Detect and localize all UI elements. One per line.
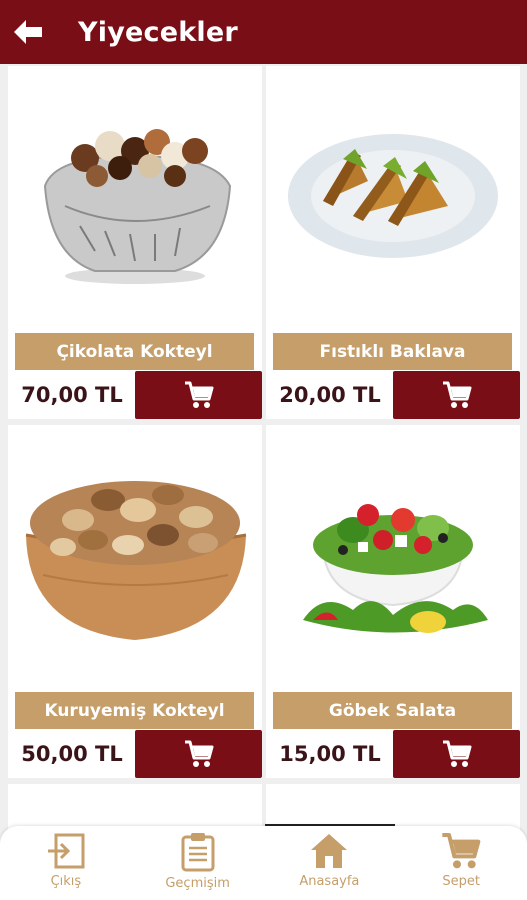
nav-item-home[interactable]: Anasayfa <box>264 826 396 900</box>
product-card[interactable]: Kuruyemiş Kokteyl 50,00 TL <box>8 425 262 778</box>
page-title: Yiyecekler <box>78 16 238 48</box>
nav-label: Geçmişim <box>165 876 230 891</box>
cart-icon <box>442 833 481 869</box>
product-price: 20,00 TL <box>279 383 381 407</box>
nav-label: Sepet <box>442 874 480 889</box>
product-card[interactable]: Fıstıklı Baklava 20,00 TL <box>266 66 520 419</box>
product-image[interactable] <box>266 425 520 685</box>
product-name: Göbek Salata <box>273 692 512 729</box>
cart-icon <box>184 740 213 767</box>
nav-item-exit[interactable]: Çıkış <box>0 826 132 900</box>
add-to-cart-button[interactable] <box>393 371 520 419</box>
nav-label: Anasayfa <box>299 874 360 889</box>
product-image[interactable] <box>8 66 262 326</box>
back-button[interactable] <box>0 0 56 64</box>
product-price: 70,00 TL <box>21 383 123 407</box>
product-name: Kuruyemiş Kokteyl <box>15 692 254 729</box>
nav-item-cart[interactable]: Sepet <box>395 826 527 900</box>
app-bar: Yiyecekler <box>0 0 527 64</box>
nut-bowl-image <box>25 481 246 640</box>
product-price: 15,00 TL <box>279 742 381 766</box>
arrow-left-icon <box>14 20 42 44</box>
add-to-cart-button[interactable] <box>393 730 520 778</box>
add-to-cart-button[interactable] <box>135 730 262 778</box>
product-card[interactable]: Çikolata Kokteyl 70,00 TL <box>8 66 262 419</box>
bottom-navigation: Çıkış Geçmişim Anasayfa Sepet <box>0 826 527 900</box>
cart-icon <box>442 381 471 408</box>
product-grid: Çikolata Kokteyl 70,00 TL Fıstıklı Bakla… <box>0 64 527 900</box>
clipboard-icon <box>181 833 215 872</box>
product-name: Fıstıklı Baklava <box>273 333 512 370</box>
exit-icon <box>47 833 85 869</box>
home-icon <box>311 834 348 868</box>
product-name: Çikolata Kokteyl <box>15 333 254 370</box>
nav-item-history[interactable]: Geçmişim <box>132 826 264 900</box>
salad-bowl-image <box>303 504 488 633</box>
product-price: 50,00 TL <box>21 742 123 766</box>
cart-icon <box>184 381 213 408</box>
nav-label: Çıkış <box>50 874 82 889</box>
chocolate-bowl-image <box>43 129 232 284</box>
add-to-cart-button[interactable] <box>135 371 262 419</box>
product-card[interactable]: Göbek Salata 15,00 TL <box>266 425 520 778</box>
cart-icon <box>442 740 471 767</box>
product-image[interactable] <box>266 66 520 326</box>
baklava-plate-image <box>288 134 498 258</box>
product-image[interactable] <box>8 425 262 685</box>
